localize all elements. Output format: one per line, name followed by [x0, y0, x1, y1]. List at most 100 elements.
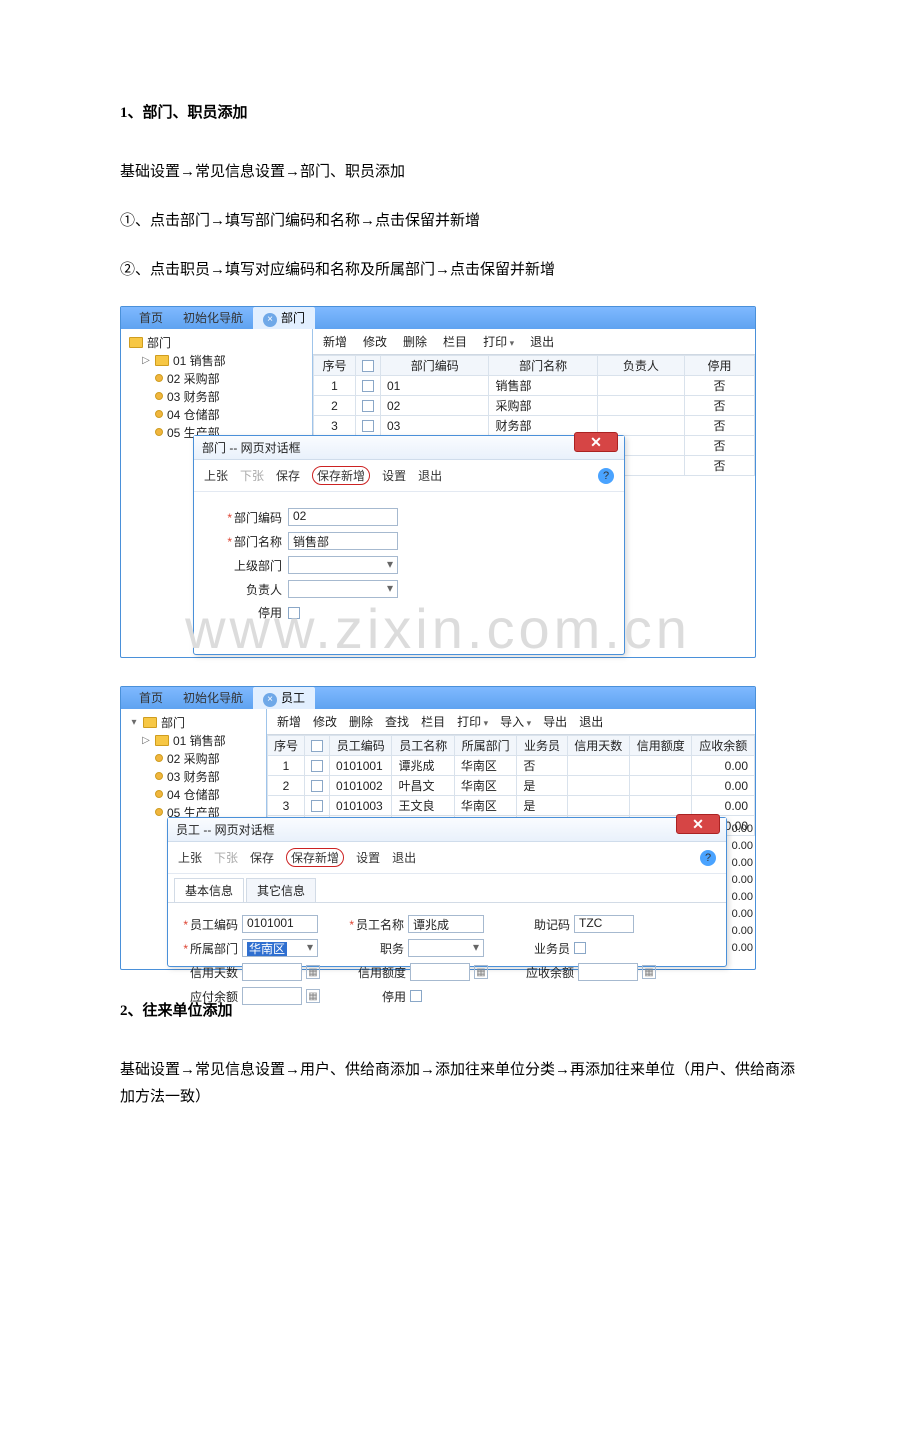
dept-label: *所属部门 [178, 940, 238, 957]
bullet-icon [155, 772, 163, 780]
col-idx: 序号 [314, 356, 356, 376]
tab-dept[interactable]: ×部门 [253, 307, 315, 329]
import-button[interactable]: 导入 [500, 713, 531, 730]
chevron-down-icon[interactable]: ▾ [129, 717, 139, 728]
col-recv: 应收余额 [692, 736, 755, 756]
pay-label: 应付余额 [178, 988, 238, 1005]
credit-input[interactable] [410, 963, 470, 981]
table-row[interactable]: 303财务部否 [314, 416, 755, 436]
prev-button[interactable]: 上张 [204, 467, 228, 484]
col-code: 部门编码 [381, 356, 489, 376]
close-icon[interactable]: × [263, 693, 277, 707]
clear-icon[interactable]: ▦ [306, 989, 320, 1003]
help-icon[interactable]: ? [598, 468, 614, 484]
delete-button[interactable]: 删除 [403, 333, 427, 350]
chevron-right-icon[interactable]: ▷ [141, 355, 151, 366]
settings-button[interactable]: 设置 [356, 849, 380, 866]
clear-icon[interactable]: ▦ [642, 965, 656, 979]
table-row[interactable]: 202采购部否 [314, 396, 755, 416]
export-button[interactable]: 导出 [543, 713, 567, 730]
col-check[interactable] [305, 736, 330, 756]
close-icon[interactable]: × [263, 313, 277, 327]
path-2: 基础设置→常见信息设置→用户、供给商添加→添加往来单位分类→再添加往来单位（用户… [120, 1057, 800, 1111]
tab-nav[interactable]: 初始化导航 [173, 687, 253, 709]
table-row[interactable]: 10101001谭兆成华南区否0.00 [268, 756, 755, 776]
sales-checkbox[interactable] [574, 942, 586, 954]
exit-button[interactable]: 退出 [392, 849, 416, 866]
dept-dialog: ✕ 部门 -- 网页对话框 上张 下张 保存 保存新增 设置 退出 ? *部门编… [193, 435, 625, 655]
exit-button[interactable]: 退出 [418, 467, 442, 484]
find-button[interactable]: 查找 [385, 713, 409, 730]
screenshot-employee: 首页 初始化导航 ×员工 ▾部门 ▷01 销售部 02 采购部 03 财务部 0… [120, 686, 756, 970]
job-select[interactable] [408, 939, 484, 957]
column-button[interactable]: 栏目 [443, 333, 467, 350]
clear-icon[interactable]: ▦ [474, 965, 488, 979]
save-new-button[interactable]: 保存新增 [312, 466, 370, 485]
tab-home[interactable]: 首页 [129, 307, 173, 329]
chevron-right-icon[interactable]: ▷ [141, 735, 151, 746]
folder-icon [143, 717, 157, 728]
edit-button[interactable]: 修改 [313, 713, 337, 730]
tab-other[interactable]: 其它信息 [246, 878, 316, 902]
print-button[interactable]: 打印 [483, 333, 514, 350]
name-label: *部门名称 [208, 533, 288, 550]
bullet-icon [155, 808, 163, 816]
days-label: 信用天数 [178, 964, 238, 981]
credit-label: 信用额度 [346, 964, 406, 981]
table-row[interactable]: 101销售部否 [314, 376, 755, 396]
table-row[interactable]: 20101002叶昌文华南区是0.00 [268, 776, 755, 796]
step-1: ①、点击部门→填写部门编码和名称→点击保留并新增 [120, 208, 800, 235]
name-input[interactable]: 销售部 [288, 532, 398, 550]
code-input[interactable]: 0101001 [242, 915, 318, 933]
next-button[interactable]: 下张 [240, 467, 264, 484]
edit-button[interactable]: 修改 [363, 333, 387, 350]
parent-label: 上级部门 [208, 557, 288, 574]
screenshot-department: 首页 初始化导航 ×部门 部门 ▷01 销售部 02 采购部 03 财务部 04… [120, 306, 756, 658]
exit-button[interactable]: 退出 [579, 713, 603, 730]
window-tabs: 首页 初始化导航 ×部门 [121, 307, 755, 329]
save-button[interactable]: 保存 [250, 849, 274, 866]
help-icon[interactable]: ? [700, 850, 716, 866]
close-icon[interactable]: ✕ [676, 814, 720, 834]
pay-input[interactable] [242, 987, 302, 1005]
bullet-icon [155, 410, 163, 418]
code-label: *部门编码 [208, 509, 288, 526]
col-credit: 信用额度 [630, 736, 692, 756]
settings-button[interactable]: 设置 [382, 467, 406, 484]
owner-select[interactable] [288, 580, 398, 598]
col-sales: 业务员 [517, 736, 567, 756]
next-button[interactable]: 下张 [214, 849, 238, 866]
print-button[interactable]: 打印 [457, 713, 488, 730]
days-input[interactable] [242, 963, 302, 981]
folder-icon [155, 735, 169, 746]
disabled-checkbox[interactable] [288, 607, 300, 619]
recv-input[interactable] [578, 963, 638, 981]
prev-button[interactable]: 上张 [178, 849, 202, 866]
save-button[interactable]: 保存 [276, 467, 300, 484]
dialog-title: 员工 -- 网页对话框 [176, 821, 275, 838]
column-button[interactable]: 栏目 [421, 713, 445, 730]
table-row[interactable]: 30101003王文良华南区是0.00 [268, 796, 755, 816]
close-icon[interactable]: ✕ [574, 432, 618, 452]
tab-emp[interactable]: ×员工 [253, 687, 315, 709]
tab-home[interactable]: 首页 [129, 687, 173, 709]
col-days: 信用天数 [567, 736, 629, 756]
col-name: 员工名称 [392, 736, 454, 756]
bullet-icon [155, 428, 163, 436]
tab-basic[interactable]: 基本信息 [174, 878, 244, 902]
exit-button[interactable]: 退出 [530, 333, 554, 350]
save-new-button[interactable]: 保存新增 [286, 848, 344, 867]
col-check[interactable] [356, 356, 381, 376]
clear-icon[interactable]: ▦ [306, 965, 320, 979]
disabled-checkbox[interactable] [410, 990, 422, 1002]
delete-button[interactable]: 删除 [349, 713, 373, 730]
new-button[interactable]: 新增 [323, 333, 347, 350]
code-input[interactable]: 02 [288, 508, 398, 526]
mnemonic-input[interactable]: TZC [574, 915, 634, 933]
parent-select[interactable] [288, 556, 398, 574]
new-button[interactable]: 新增 [277, 713, 301, 730]
tab-nav[interactable]: 初始化导航 [173, 307, 253, 329]
name-input[interactable]: 谭兆成 [408, 915, 484, 933]
disabled-label: 停用 [346, 988, 406, 1005]
dept-select[interactable]: 华南区 [242, 939, 318, 957]
